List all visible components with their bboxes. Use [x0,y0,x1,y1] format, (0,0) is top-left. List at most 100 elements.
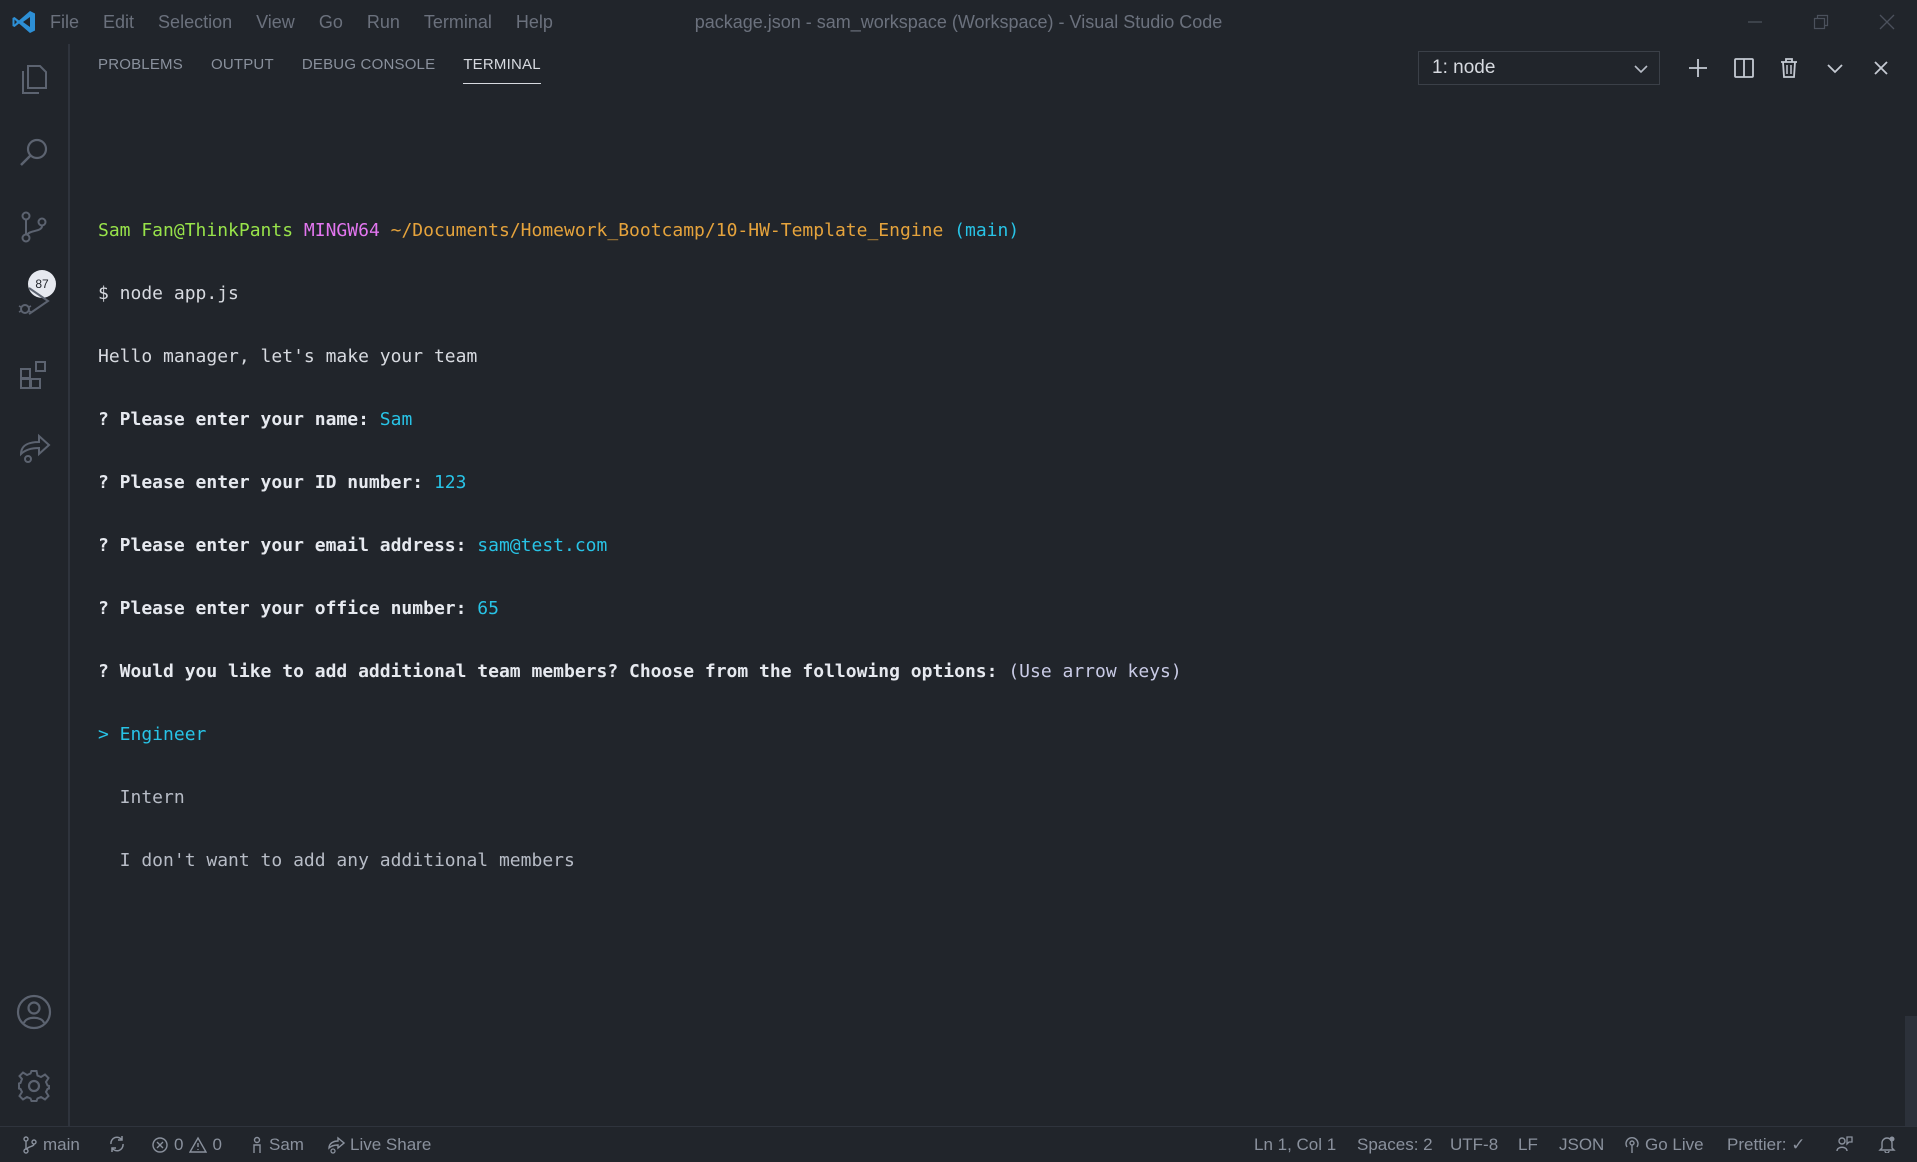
branch-status[interactable]: main [22,1135,80,1155]
eol-status[interactable]: LF [1518,1135,1538,1155]
account-icon[interactable] [14,992,54,1032]
tab-problems[interactable]: PROBLEMS [98,56,183,84]
explorer-icon[interactable] [14,59,54,99]
menu-selection[interactable]: Selection [158,12,232,33]
menu-view[interactable]: View [256,12,295,33]
user-status[interactable]: Sam [250,1135,304,1155]
go-live-button[interactable]: Go Live [1624,1135,1704,1155]
person-icon [253,1136,261,1153]
menu-file[interactable]: File [50,12,79,33]
status-bar: main 0 0 Sam Live Share Ln 1, Col 1 Spac… [0,1126,1917,1162]
warning-icon [189,1136,208,1153]
indentation-text: Spaces: 2 [1357,1135,1433,1154]
title-bar: File Edit Selection View Go Run Terminal… [0,0,1917,44]
tab-terminal[interactable]: TERMINAL [463,56,541,84]
live-share-status[interactable]: Live Share [327,1135,431,1155]
menu-edit[interactable]: Edit [103,12,134,33]
menu-bar: File Edit Selection View Go Run Terminal… [50,0,577,44]
terminal-command-line: $ node app.js [98,283,239,304]
live-share-icon[interactable] [14,429,54,469]
broadcast-icon [1625,1137,1639,1153]
prompt-path: ~/Documents/Homework_Bootcamp/10-HW-Temp… [390,220,944,241]
menu-go[interactable]: Go [319,12,343,33]
trash-icon [1781,58,1797,78]
indentation-status[interactable]: Spaces: 2 [1357,1135,1433,1155]
plus-icon [1689,59,1707,77]
split-terminal-button[interactable] [1729,53,1759,83]
feedback-icon [1836,1136,1853,1152]
question-answer: 123 [433,472,467,493]
error-icon [152,1137,168,1153]
question-label: ? Please enter your office number: [98,598,478,619]
question-label: ? Would you like to add additional team … [98,661,1009,682]
terminal-select-value: 1: node [1432,57,1496,78]
question-label: ? Please enter your email address: [98,535,478,556]
run-debug-icon[interactable] [14,281,54,321]
tab-output[interactable]: OUTPUT [211,56,274,84]
user-name: Sam [269,1135,304,1154]
terminal-prompt-line: Sam Fan@ThinkPants MINGW64 ~/Documents/H… [98,220,1878,241]
go-live-label: Go Live [1645,1135,1704,1154]
extensions-icon[interactable] [14,355,54,395]
encoding-status[interactable]: UTF-8 [1450,1135,1498,1155]
menu-help[interactable]: Help [516,12,553,33]
vscode-logo-icon [12,11,35,33]
minimize-button[interactable] [1735,6,1775,38]
branch-name: main [43,1135,80,1154]
restore-icon [1813,14,1829,30]
question-label: ? Please enter your name: [98,409,380,430]
maximize-panel-button[interactable] [1820,53,1850,83]
eol-text: LF [1518,1135,1538,1154]
cursor-position-text: Ln 1, Col 1 [1254,1135,1337,1154]
cursor-position[interactable]: Ln 1, Col 1 [1254,1135,1336,1155]
close-panel-button[interactable] [1866,53,1896,83]
minimize-icon [1748,21,1762,23]
question-answer: Sam [379,409,413,430]
error-count: 0 [174,1135,184,1154]
git-branch-icon [23,1136,37,1154]
terminal-question-team: ? Would you like to add additional team … [98,661,1878,682]
sync-button[interactable] [108,1135,131,1153]
settings-gear-icon[interactable] [14,1066,54,1106]
activity-bar: 87 [0,44,70,1126]
prompt-branch: (main) [954,220,1020,241]
menu-terminal[interactable]: Terminal [424,12,492,33]
new-terminal-button[interactable] [1683,53,1713,83]
terminal-question-name: ? Please enter your name: Sam [98,409,1878,430]
sync-icon [110,1136,124,1152]
restore-button[interactable] [1801,6,1841,38]
chevron-down-icon [1634,65,1648,74]
terminal-output[interactable]: Sam Fan@ThinkPants MINGW64 ~/Documents/H… [98,178,1878,892]
close-window-icon [1879,14,1895,30]
split-icon [1734,58,1754,78]
source-control-icon[interactable] [14,207,54,247]
live-share-label: Live Share [350,1135,432,1154]
question-answer: 65 [477,598,499,619]
problems-status[interactable]: 0 0 [151,1135,222,1155]
question-hint: (Use arrow keys) [1008,661,1182,682]
option-engineer[interactable]: > Engineer [98,724,1878,745]
option-intern[interactable]: Intern [98,787,1878,808]
encoding-text: UTF-8 [1450,1135,1499,1154]
language-mode[interactable]: JSON [1559,1135,1604,1155]
feedback-button[interactable] [1835,1135,1858,1153]
language-text: JSON [1559,1135,1605,1154]
menu-run[interactable]: Run [367,12,400,33]
option-no-more-members[interactable]: I don't want to add any additional membe… [98,850,1878,871]
terminal-question-email: ? Please enter your email address: sam@t… [98,535,1878,556]
terminal-select[interactable]: 1: node [1418,51,1660,85]
kill-terminal-button[interactable] [1774,53,1804,83]
close-window-button[interactable] [1867,6,1907,38]
close-icon [1874,61,1888,75]
tab-debug-console[interactable]: DEBUG CONSOLE [302,56,435,84]
prettier-status[interactable]: Prettier: ✓ [1727,1135,1805,1155]
terminal-question-office: ? Please enter your office number: 65 [98,598,1878,619]
terminal-greeting-line: Hello manager, let's make your team [98,346,478,367]
notifications-button[interactable] [1878,1135,1901,1153]
search-icon[interactable] [14,133,54,173]
prompt-env: MINGW64 [303,220,380,241]
prompt-user: Sam Fan@ThinkPants [98,220,294,241]
terminal-scrollbar[interactable] [1905,1016,1917,1126]
panel-tabs: PROBLEMS OUTPUT DEBUG CONSOLE TERMINAL [98,56,569,84]
warning-count: 0 [212,1135,222,1154]
